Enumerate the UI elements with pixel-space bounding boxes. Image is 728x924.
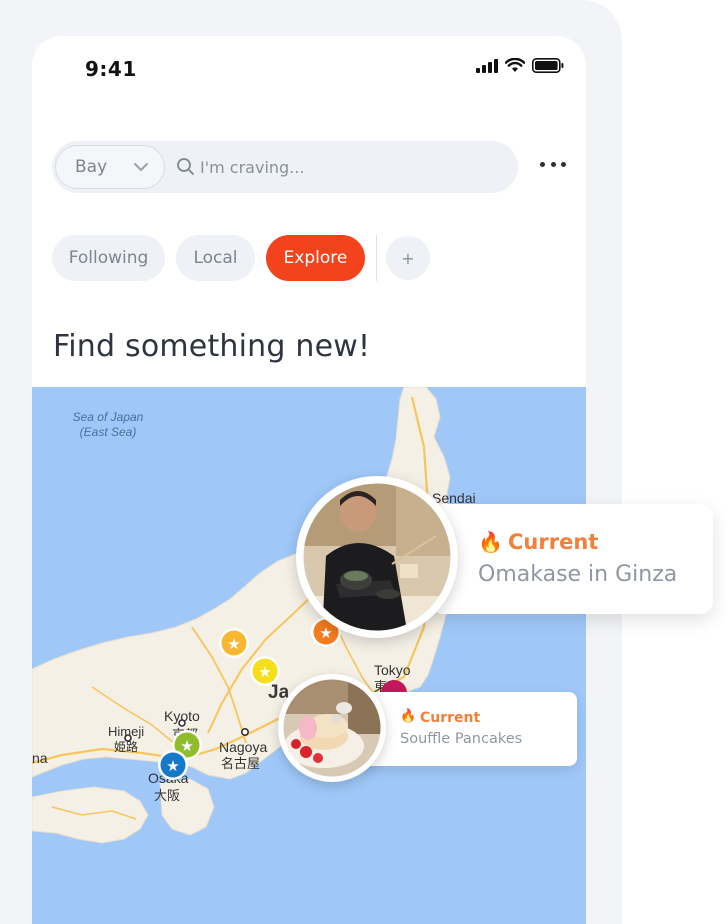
- tab-local[interactable]: Local: [176, 235, 255, 281]
- location-label: Bay: [75, 157, 108, 177]
- map-land-shikoku: [32, 786, 149, 844]
- fire-icon: 🔥: [478, 530, 503, 554]
- more-dot: [540, 161, 545, 167]
- map-canvas: Sea of Japan (East Sea) Sendai Tokyo 東京 …: [32, 387, 476, 844]
- svg-text:★: ★: [180, 737, 193, 755]
- map-label-himeji: Himeji: [108, 724, 144, 739]
- map-land-kii: [159, 778, 215, 836]
- wifi-icon: [505, 58, 525, 72]
- map-pin-star: ★: [219, 628, 249, 658]
- more-options-icon[interactable]: [540, 154, 566, 174]
- featured-photo[interactable]: [296, 476, 458, 638]
- map-label-osaka-jp: 大阪: [154, 789, 180, 804]
- feed-tabs: Following Local Explore +: [52, 235, 430, 281]
- search-input[interactable]: [200, 149, 500, 185]
- signal-icon: [476, 58, 498, 73]
- map-label-himeji-jp: 姫路: [114, 739, 138, 754]
- tab-divider: [376, 235, 377, 281]
- secondary-place-card[interactable]: [362, 692, 577, 766]
- secondary-title[interactable]: Souffle Pancakes: [400, 731, 522, 747]
- more-dot: [561, 161, 566, 167]
- svg-text:★: ★: [319, 624, 332, 642]
- fire-icon: 🔥: [400, 709, 417, 724]
- map-city-dot-nagoya: [241, 727, 250, 736]
- status-icons: [476, 58, 564, 73]
- status-time: 9:41: [85, 57, 137, 81]
- location-select[interactable]: Bay: [55, 145, 165, 189]
- search-icon: [177, 158, 194, 175]
- secondary-photo[interactable]: [278, 674, 386, 782]
- featured-place-card[interactable]: [431, 504, 713, 614]
- chef-photo: [300, 480, 454, 634]
- svg-text:★: ★: [227, 635, 240, 653]
- map-label-edge: na: [32, 750, 48, 766]
- svg-text:★: ★: [166, 757, 179, 775]
- chevron-down-icon: [134, 163, 148, 171]
- tab-explore[interactable]: Explore: [266, 235, 365, 281]
- map-label-nagoya-jp: 名古屋: [221, 756, 260, 772]
- phone-screen: 9:41 Bay I'm craving... Following Local …: [32, 36, 586, 924]
- pancake-photo: [280, 676, 384, 780]
- map-label-sea-sub: (East Sea): [80, 425, 137, 439]
- status-bar: 9:41: [32, 36, 586, 104]
- featured-badge: Current: [508, 530, 599, 554]
- svg-text:★: ★: [258, 663, 271, 681]
- add-tab-button[interactable]: +: [386, 236, 430, 280]
- map-label-kyoto: Kyoto: [164, 708, 200, 724]
- tab-following[interactable]: Following: [52, 235, 165, 281]
- battery-icon: [532, 58, 564, 73]
- map-label-sea: Sea of Japan: [73, 410, 144, 424]
- search-bar: Bay: [52, 141, 518, 193]
- more-dot: [550, 161, 556, 167]
- secondary-badge: Current: [420, 710, 481, 726]
- page-title: Find something new!: [53, 329, 371, 364]
- map-pin-star: ★: [250, 656, 280, 686]
- map-view[interactable]: Sea of Japan (East Sea) Sendai Tokyo 東京 …: [32, 387, 586, 924]
- map-pin-star: ★: [158, 750, 188, 780]
- featured-title[interactable]: Omakase in Ginza: [478, 562, 677, 587]
- map-label-tokyo: Tokyo: [374, 662, 411, 678]
- map-label-nagoya: Nagoya: [219, 739, 267, 755]
